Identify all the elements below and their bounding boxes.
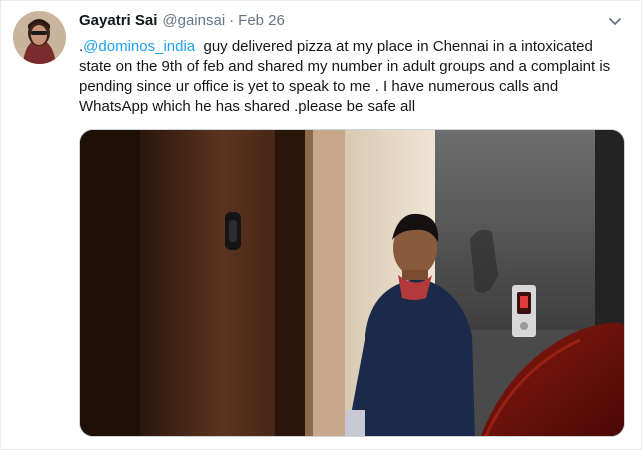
chevron-down-icon[interactable]	[607, 13, 623, 29]
tweet-text: .@dominos_india guy delivered pizza at m…	[79, 37, 624, 117]
tweet-card[interactable]: Gayatri Sai @gainsai · Feb 26 .@dominos_…	[0, 0, 642, 450]
display-name[interactable]: Gayatri Sai	[79, 11, 157, 31]
separator-dot: ·	[229, 12, 235, 29]
tweet-date[interactable]: Feb 26	[238, 11, 285, 31]
avatar[interactable]	[13, 11, 66, 64]
media-photo	[80, 130, 624, 436]
tweet-header: Gayatri Sai @gainsai · Feb 26	[79, 11, 285, 33]
user-handle[interactable]: @gainsai	[162, 11, 225, 31]
mention-link[interactable]: @dominos_india	[83, 38, 195, 55]
avatar-photo	[13, 11, 66, 64]
tweet-media[interactable]	[79, 129, 625, 437]
